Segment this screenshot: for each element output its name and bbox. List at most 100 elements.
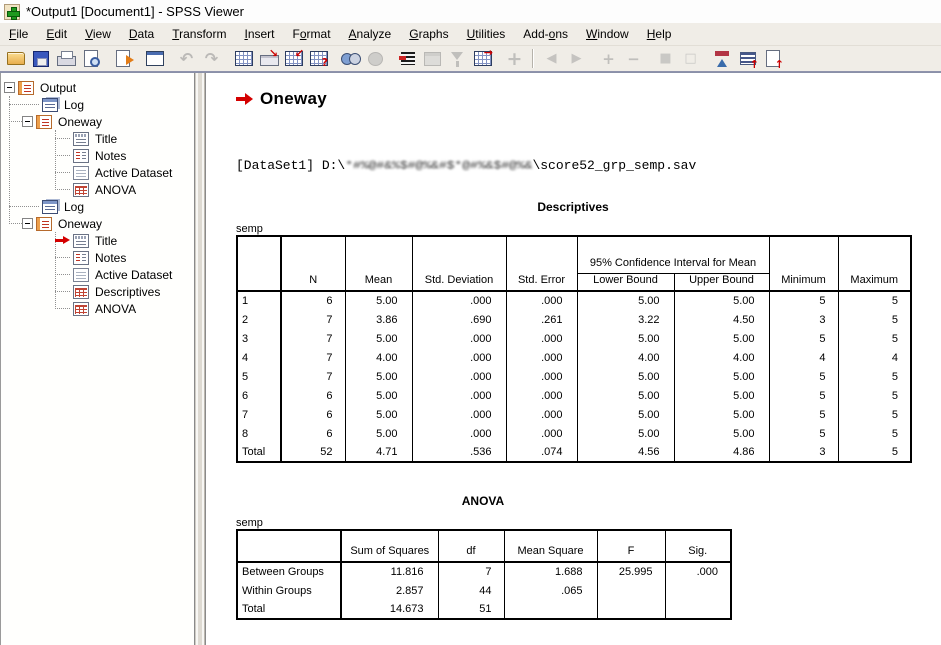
cell: .000: [665, 562, 731, 581]
output-pane[interactable]: Oneway [DataSet1] D:\*#%@#&%$#@%&#$*@#%&…: [206, 73, 941, 645]
cell: [597, 581, 665, 600]
outline-item-notes-2[interactable]: Notes: [1, 249, 194, 266]
cell: [237, 236, 281, 291]
redo-icon[interactable]: [199, 48, 224, 70]
outline-item-notes-1[interactable]: Notes: [1, 147, 194, 164]
navigate-left-icon[interactable]: [539, 48, 564, 70]
outline-pane[interactable]: Output Log Oneway Title Notes: [0, 73, 195, 645]
menu-format[interactable]: Format: [284, 24, 340, 45]
menu-data[interactable]: Data: [120, 24, 163, 45]
cell: 5.00: [577, 291, 674, 310]
cell: 4.00: [577, 348, 674, 367]
descriptives-table[interactable]: N Mean Std. Deviation Std. Error 95% Con…: [236, 235, 912, 463]
collapse-expander-icon[interactable]: [22, 218, 33, 229]
menu-analyze[interactable]: Analyze: [340, 24, 401, 45]
menu-view[interactable]: View: [76, 24, 120, 45]
toolbar: [0, 46, 941, 72]
outline-item-title-2-current[interactable]: Title: [1, 232, 194, 249]
col-header: Sum of Squares: [341, 530, 438, 562]
main-area: Output Log Oneway Title Notes: [0, 72, 941, 645]
outline-item-active-dataset-2[interactable]: Active Dataset: [1, 266, 194, 283]
cell: 5: [838, 443, 911, 462]
collapse-icon[interactable]: [621, 48, 646, 70]
hide-icon[interactable]: [678, 48, 703, 70]
collapse-expander-icon[interactable]: [4, 82, 15, 93]
goto-data-icon[interactable]: [231, 48, 256, 70]
cell: 3: [769, 310, 838, 329]
menu-transform[interactable]: Transform: [163, 24, 235, 45]
find-icon[interactable]: [338, 48, 363, 70]
cell: [504, 600, 597, 619]
cell: 44: [438, 581, 504, 600]
menu-file[interactable]: File: [0, 24, 37, 45]
log-icon: [42, 98, 58, 112]
cell: .000: [412, 348, 506, 367]
title-bar[interactable]: *Output1 [Document1] - SPSS Viewer: [0, 0, 941, 23]
menu-window[interactable]: Window: [577, 24, 638, 45]
print-preview-icon[interactable]: [78, 48, 103, 70]
menu-graphs[interactable]: Graphs: [400, 24, 457, 45]
cell: .000: [506, 405, 577, 424]
outline-item-log-2[interactable]: Log: [1, 198, 194, 215]
use-sets-icon[interactable]: [445, 48, 470, 70]
expand-icon[interactable]: [596, 48, 621, 70]
cell: 5: [769, 386, 838, 405]
cell: .536: [412, 443, 506, 462]
menu-utilities[interactable]: Utilities: [458, 24, 515, 45]
recall-dialogs-icon[interactable]: [142, 48, 167, 70]
cell: 5.00: [674, 405, 769, 424]
outline-item-title-1[interactable]: Title: [1, 130, 194, 147]
menu-insert[interactable]: Insert: [235, 24, 283, 45]
cell: 5.00: [577, 405, 674, 424]
collapse-expander-icon[interactable]: [22, 116, 33, 127]
outline-item-anova-2[interactable]: ANOVA: [1, 300, 194, 317]
menu-bar: File Edit View Data Transform Insert For…: [0, 23, 941, 46]
menu-help[interactable]: Help: [638, 24, 681, 45]
insert-cases-icon[interactable]: [281, 48, 306, 70]
outline-item-oneway-2[interactable]: Oneway: [1, 215, 194, 232]
cell: 3.22: [577, 310, 674, 329]
cell: 5: [838, 310, 911, 329]
cell: 7: [281, 348, 345, 367]
insert-table-icon[interactable]: [470, 48, 495, 70]
anova-table[interactable]: Sum of Squares df Mean Square F Sig. Bet…: [236, 529, 732, 620]
cell: 2.857: [341, 581, 438, 600]
cell: 4: [769, 348, 838, 367]
show-icon[interactable]: [653, 48, 678, 70]
insert-heading-icon[interactable]: [710, 48, 735, 70]
select-last-output-icon[interactable]: [395, 48, 420, 70]
cell: .000: [506, 386, 577, 405]
promote-icon[interactable]: [502, 48, 527, 70]
outline-item-anova-1[interactable]: ANOVA: [1, 181, 194, 198]
menu-add-ons[interactable]: Add-ons: [514, 24, 577, 45]
print-icon[interactable]: [53, 48, 78, 70]
variables-icon[interactable]: [306, 48, 331, 70]
row-label: Total: [237, 443, 281, 462]
export-icon[interactable]: [110, 48, 135, 70]
save-icon[interactable]: [28, 48, 53, 70]
cell: 5.00: [674, 424, 769, 443]
open-icon[interactable]: [3, 48, 28, 70]
cell: 4.86: [674, 443, 769, 462]
outline-item-active-dataset-1[interactable]: Active Dataset: [1, 164, 194, 181]
navigate-right-icon[interactable]: [564, 48, 589, 70]
dataset-icon: [73, 268, 89, 282]
tree-connector-line: [9, 96, 10, 224]
goto-case-icon[interactable]: [256, 48, 281, 70]
table-row: Between Groups11.81671.68825.995.000: [237, 562, 731, 581]
cell: 5.00: [345, 386, 412, 405]
cell: 5: [838, 386, 911, 405]
menu-edit[interactable]: Edit: [37, 24, 76, 45]
insert-text-icon[interactable]: [760, 48, 785, 70]
oneway-book-icon: [36, 115, 52, 129]
undo-icon[interactable]: [174, 48, 199, 70]
designate-window-icon[interactable]: [420, 48, 445, 70]
cell: 7: [281, 329, 345, 348]
pane-splitter[interactable]: [195, 73, 206, 645]
outline-item-oneway-1[interactable]: Oneway: [1, 113, 194, 130]
outline-item-descriptives[interactable]: Descriptives: [1, 283, 194, 300]
insert-title-icon[interactable]: [735, 48, 760, 70]
outline-item-log-1[interactable]: Log: [1, 96, 194, 113]
outline-item-output[interactable]: Output: [1, 79, 194, 96]
find-next-icon[interactable]: [363, 48, 388, 70]
